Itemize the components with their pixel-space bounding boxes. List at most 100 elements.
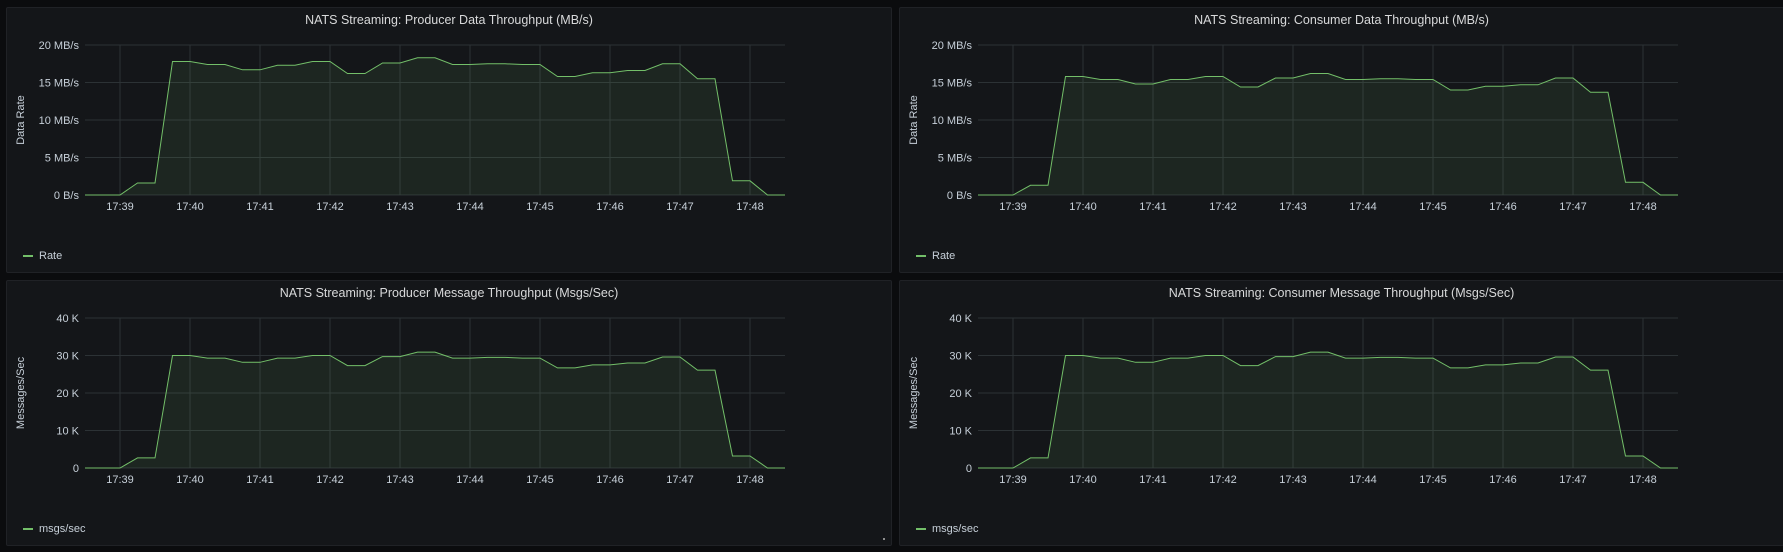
data-point[interactable] (1519, 83, 1523, 87)
data-point[interactable] (1624, 454, 1628, 458)
data-point[interactable] (538, 356, 542, 360)
data-point[interactable] (1449, 366, 1453, 370)
data-point[interactable] (1659, 466, 1663, 470)
data-point[interactable] (276, 356, 280, 360)
data-point[interactable] (83, 193, 87, 197)
data-point[interactable] (363, 364, 367, 368)
data-point[interactable] (171, 60, 175, 64)
data-point[interactable] (1011, 193, 1015, 197)
data-point[interactable] (976, 193, 980, 197)
chart-panel-producer-messages[interactable]: NATS Streaming: Producer Message Through… (6, 280, 892, 546)
data-point[interactable] (1431, 78, 1435, 82)
data-point[interactable] (521, 63, 525, 67)
data-point[interactable] (416, 56, 420, 60)
data-point[interactable] (643, 361, 647, 365)
data-point[interactable] (608, 71, 612, 75)
data-point[interactable] (433, 56, 437, 60)
data-point[interactable] (1151, 82, 1155, 86)
data-point[interactable] (346, 364, 350, 368)
data-point[interactable] (1379, 77, 1383, 81)
data-point[interactable] (1134, 82, 1138, 86)
data-point[interactable] (994, 193, 998, 197)
data-point[interactable] (188, 354, 192, 358)
data-point[interactable] (591, 363, 595, 367)
data-point[interactable] (643, 69, 647, 73)
data-point[interactable] (1081, 75, 1085, 79)
data-point[interactable] (398, 61, 402, 65)
data-point[interactable] (468, 356, 472, 360)
data-point[interactable] (83, 466, 87, 470)
data-point[interactable] (1641, 180, 1645, 184)
data-point[interactable] (573, 75, 577, 79)
data-point[interactable] (1396, 355, 1400, 359)
data-point[interactable] (976, 466, 980, 470)
data-point[interactable] (1554, 355, 1558, 359)
data-point[interactable] (311, 60, 315, 64)
data-point[interactable] (556, 75, 560, 79)
chart-svg[interactable]: 0 10 K 20 K 30 K 40 K 17:39 17:40 17:41 17:42 17:… (7, 281, 893, 547)
data-point[interactable] (1256, 364, 1260, 368)
data-point[interactable] (1291, 76, 1295, 80)
data-point[interactable] (486, 355, 490, 359)
data-point[interactable] (1519, 361, 1523, 365)
data-point[interactable] (1344, 78, 1348, 82)
data-point[interactable] (1309, 72, 1313, 76)
data-point[interactable] (1291, 355, 1295, 359)
data-point[interactable] (188, 60, 192, 64)
data-point[interactable] (363, 72, 367, 76)
data-point[interactable] (1536, 83, 1540, 87)
data-point[interactable] (1676, 193, 1680, 197)
legend-label[interactable]: msgs/sec (39, 523, 85, 535)
data-point[interactable] (1029, 456, 1033, 460)
data-point[interactable] (1274, 76, 1278, 80)
data-point[interactable] (241, 68, 245, 72)
data-point[interactable] (1676, 466, 1680, 470)
data-point[interactable] (1151, 360, 1155, 364)
data-point[interactable] (1361, 356, 1365, 360)
legend[interactable]: Rate (23, 250, 62, 262)
data-point[interactable] (1169, 356, 1173, 360)
data-point[interactable] (503, 355, 507, 359)
data-point[interactable] (556, 366, 560, 370)
data-point[interactable] (1186, 78, 1190, 82)
data-point[interactable] (1501, 363, 1505, 367)
data-point[interactable] (678, 62, 682, 66)
data-point[interactable] (1116, 78, 1120, 82)
data-point[interactable] (223, 63, 227, 67)
data-point[interactable] (311, 354, 315, 358)
data-point[interactable] (381, 355, 385, 359)
data-point[interactable] (258, 68, 262, 72)
data-point[interactable] (451, 63, 455, 67)
data-point[interactable] (1554, 76, 1558, 80)
data-point[interactable] (153, 181, 157, 185)
data-point[interactable] (1606, 90, 1610, 94)
data-point[interactable] (591, 71, 595, 75)
data-point[interactable] (783, 193, 787, 197)
chart-panel-consumer-data[interactable]: NATS Streaming: Consumer Data Throughput… (899, 7, 1783, 273)
data-point[interactable] (171, 354, 175, 358)
data-point[interactable] (486, 62, 490, 66)
data-point[interactable] (783, 466, 787, 470)
data-point[interactable] (1344, 356, 1348, 360)
data-point[interactable] (433, 350, 437, 354)
data-point[interactable] (661, 62, 665, 66)
legend[interactable]: Rate (916, 250, 955, 262)
data-point[interactable] (1221, 75, 1225, 79)
data-point[interactable] (1239, 364, 1243, 368)
data-point[interactable] (153, 456, 157, 460)
data-point[interactable] (206, 63, 210, 67)
data-point[interactable] (276, 63, 280, 67)
data-point[interactable] (1274, 355, 1278, 359)
data-point[interactable] (1414, 356, 1418, 360)
data-point[interactable] (1256, 85, 1260, 89)
data-point[interactable] (1011, 466, 1015, 470)
legend-label[interactable]: Rate (932, 250, 955, 262)
data-point[interactable] (608, 363, 612, 367)
data-point[interactable] (346, 72, 350, 76)
data-point[interactable] (1326, 350, 1330, 354)
data-point[interactable] (118, 466, 122, 470)
data-point[interactable] (521, 356, 525, 360)
data-point[interactable] (1466, 88, 1470, 92)
resize-handle[interactable] (883, 538, 885, 540)
data-point[interactable] (398, 355, 402, 359)
